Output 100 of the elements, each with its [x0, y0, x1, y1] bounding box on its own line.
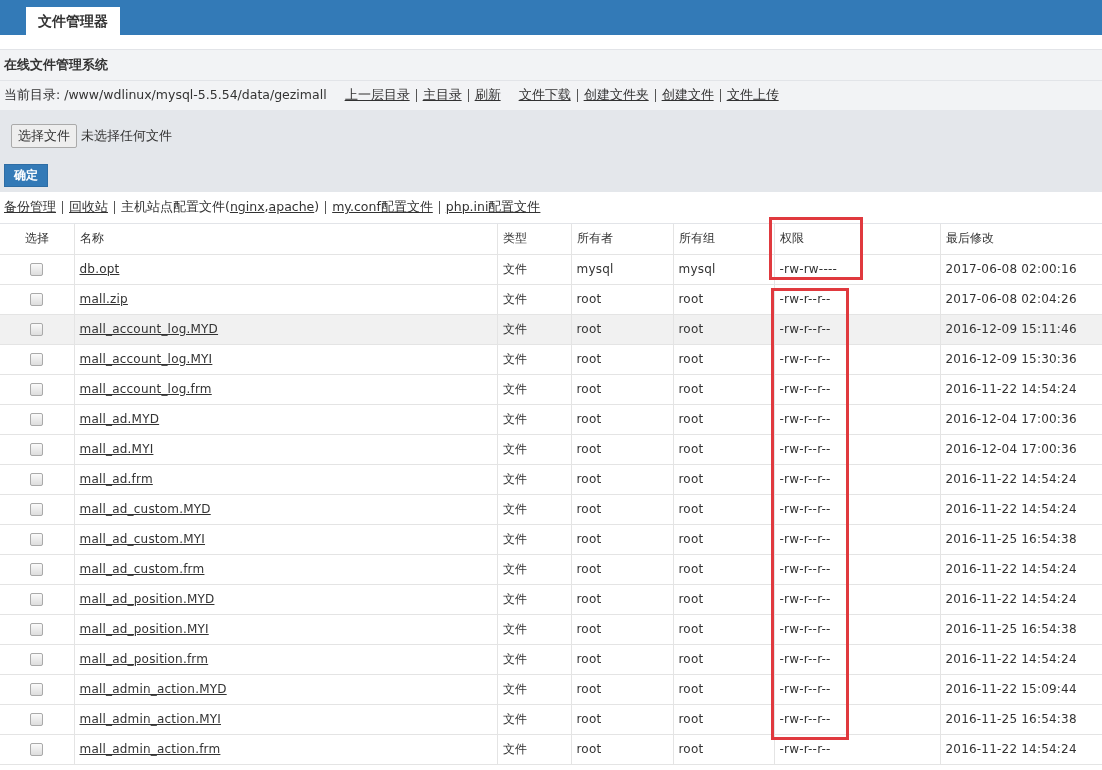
file-link[interactable]: mall_admin_action.frm [79, 742, 221, 756]
row-checkbox[interactable] [30, 563, 44, 576]
nav-link[interactable]: 创建文件 [661, 87, 714, 104]
type-cell: 文件 [502, 621, 527, 636]
nav-link[interactable]: 文件上传 [726, 87, 779, 104]
type-cell: 文件 [502, 291, 527, 306]
file-link[interactable]: mall_ad.frm [79, 472, 153, 486]
row-checkbox[interactable] [30, 653, 44, 666]
tool-link[interactable]: 回收站 [69, 199, 108, 216]
row-checkbox[interactable] [30, 533, 44, 546]
row-checkbox[interactable] [30, 713, 44, 726]
permissions-cell: -rw-r--r-- [779, 562, 831, 576]
type-cell: 文件 [502, 741, 527, 756]
nav-link[interactable]: 文件下载 [518, 87, 571, 104]
owner-cell: root [576, 592, 602, 606]
type-cell: 文件 [502, 441, 527, 456]
modified-cell: 2016-11-25 16:54:38 [945, 532, 1077, 546]
group-cell: root [678, 742, 704, 756]
file-link[interactable]: mall_account_log.MYD [79, 322, 219, 336]
column-header: 类型 [502, 231, 527, 246]
permissions-cell: -rw-r--r-- [779, 472, 831, 486]
row-checkbox[interactable] [30, 353, 44, 366]
modified-cell: 2016-11-22 14:54:24 [945, 562, 1077, 576]
row-highlight[interactable]: mall_account_log.MYD 文件 root root -rw-r--r-- 2016-12-09 15:11:46 [0, 314, 1102, 344]
permissions-cell: -rw-r--r-- [779, 682, 831, 696]
file-link[interactable]: mall_ad_custom.MYI [79, 532, 205, 546]
group-cell: root [678, 382, 704, 396]
config-link[interactable]: nginx [229, 199, 265, 214]
permissions-cell: -rw-r--r-- [779, 322, 831, 336]
row-checkbox[interactable] [30, 263, 44, 276]
row-checkbox[interactable] [30, 593, 44, 606]
type-cell: 文件 [502, 411, 527, 426]
file-link[interactable]: mall_admin_action.MYD [79, 682, 227, 696]
tool-link[interactable]: my.conf配置文件 [332, 199, 433, 216]
config-link[interactable]: apache [268, 199, 315, 214]
owner-cell: root [576, 532, 602, 546]
row-checkbox[interactable] [30, 323, 44, 336]
row-checkbox[interactable] [30, 443, 44, 456]
nav-link[interactable]: 刷新 [474, 87, 501, 104]
file-link[interactable]: mall_ad_position.frm [79, 652, 209, 666]
permissions-cell: -rw-r--r-- [779, 502, 831, 516]
group-cell: root [678, 502, 704, 516]
file-link[interactable]: mall_ad_custom.MYD [79, 502, 211, 516]
row-checkbox[interactable] [30, 623, 44, 636]
row-checkbox[interactable] [30, 293, 44, 306]
file-link[interactable]: mall_ad_position.MYD [79, 592, 215, 606]
modified-cell: 2017-06-08 02:04:26 [945, 292, 1077, 306]
file-link[interactable]: mall_ad.MYI [79, 442, 154, 456]
file-link[interactable]: mall_ad.MYD [79, 412, 160, 426]
column-header: 选择 [24, 231, 49, 246]
column-header: 所有者 [576, 231, 614, 246]
row-checkbox[interactable] [30, 413, 44, 426]
type-cell: 文件 [502, 471, 527, 486]
permissions-cell: -rw-rw---- [779, 262, 837, 276]
tool-link[interactable]: 备份管理 [4, 199, 56, 216]
permissions-cell: -rw-r--r-- [779, 412, 831, 426]
modified-cell: 2016-11-22 14:54:24 [945, 502, 1077, 516]
group-cell: root [678, 352, 704, 366]
owner-cell: root [576, 382, 602, 396]
column-header: 最后修改 [945, 231, 995, 246]
row-checkbox[interactable] [30, 743, 44, 756]
file-link[interactable]: mall_admin_action.MYI [79, 712, 221, 726]
tool-link[interactable]: php.ini配置文件 [445, 199, 541, 216]
type-cell: 文件 [502, 381, 527, 396]
permissions-cell: -rw-r--r-- [779, 532, 831, 546]
owner-cell: root [576, 472, 602, 486]
nav-link[interactable]: 上一层目录 [344, 87, 410, 104]
owner-cell: root [576, 742, 602, 756]
owner-cell: mysql [576, 262, 614, 276]
nav-link[interactable]: 主目录 [422, 87, 462, 104]
permissions-cell: -rw-r--r-- [779, 442, 831, 456]
owner-cell: root [576, 352, 602, 366]
file-link[interactable]: mall_ad_custom.frm [79, 562, 205, 576]
row-checkbox[interactable] [30, 683, 44, 696]
row-checkbox[interactable] [30, 503, 44, 516]
permissions-cell: -rw-r--r-- [779, 712, 831, 726]
type-cell: 文件 [502, 531, 527, 546]
nav-link[interactable]: 创建文件夹 [583, 87, 649, 104]
row-checkbox[interactable] [30, 383, 44, 396]
file-link[interactable]: mall_ad_position.MYI [79, 622, 209, 636]
type-cell: 文件 [502, 321, 527, 336]
modified-cell: 2016-11-22 15:09:44 [945, 682, 1077, 696]
owner-cell: root [576, 682, 602, 696]
modified-cell: 2016-12-04 17:00:36 [945, 412, 1077, 426]
no-file-text: 未选择任何文件 [81, 127, 172, 145]
owner-cell: root [576, 322, 602, 336]
file-link[interactable]: db.opt [79, 262, 120, 276]
file-link[interactable]: mall.zip [79, 292, 128, 306]
modified-cell: 2016-11-25 16:54:38 [945, 622, 1077, 636]
file-link[interactable]: mall_account_log.MYI [79, 352, 213, 366]
group-cell: root [678, 322, 704, 336]
row-checkbox[interactable] [30, 473, 44, 486]
app-tab[interactable]: 文件管理器 [26, 7, 120, 35]
file-link[interactable]: mall_account_log.frm [79, 382, 212, 396]
type-cell: 文件 [502, 561, 527, 576]
choose-file-button[interactable]: 选择文件 [11, 124, 77, 148]
group-cell: root [678, 532, 704, 546]
owner-cell: root [576, 622, 602, 636]
submit-button[interactable]: 确定 [4, 164, 48, 187]
column-header: 名称 [79, 231, 104, 246]
